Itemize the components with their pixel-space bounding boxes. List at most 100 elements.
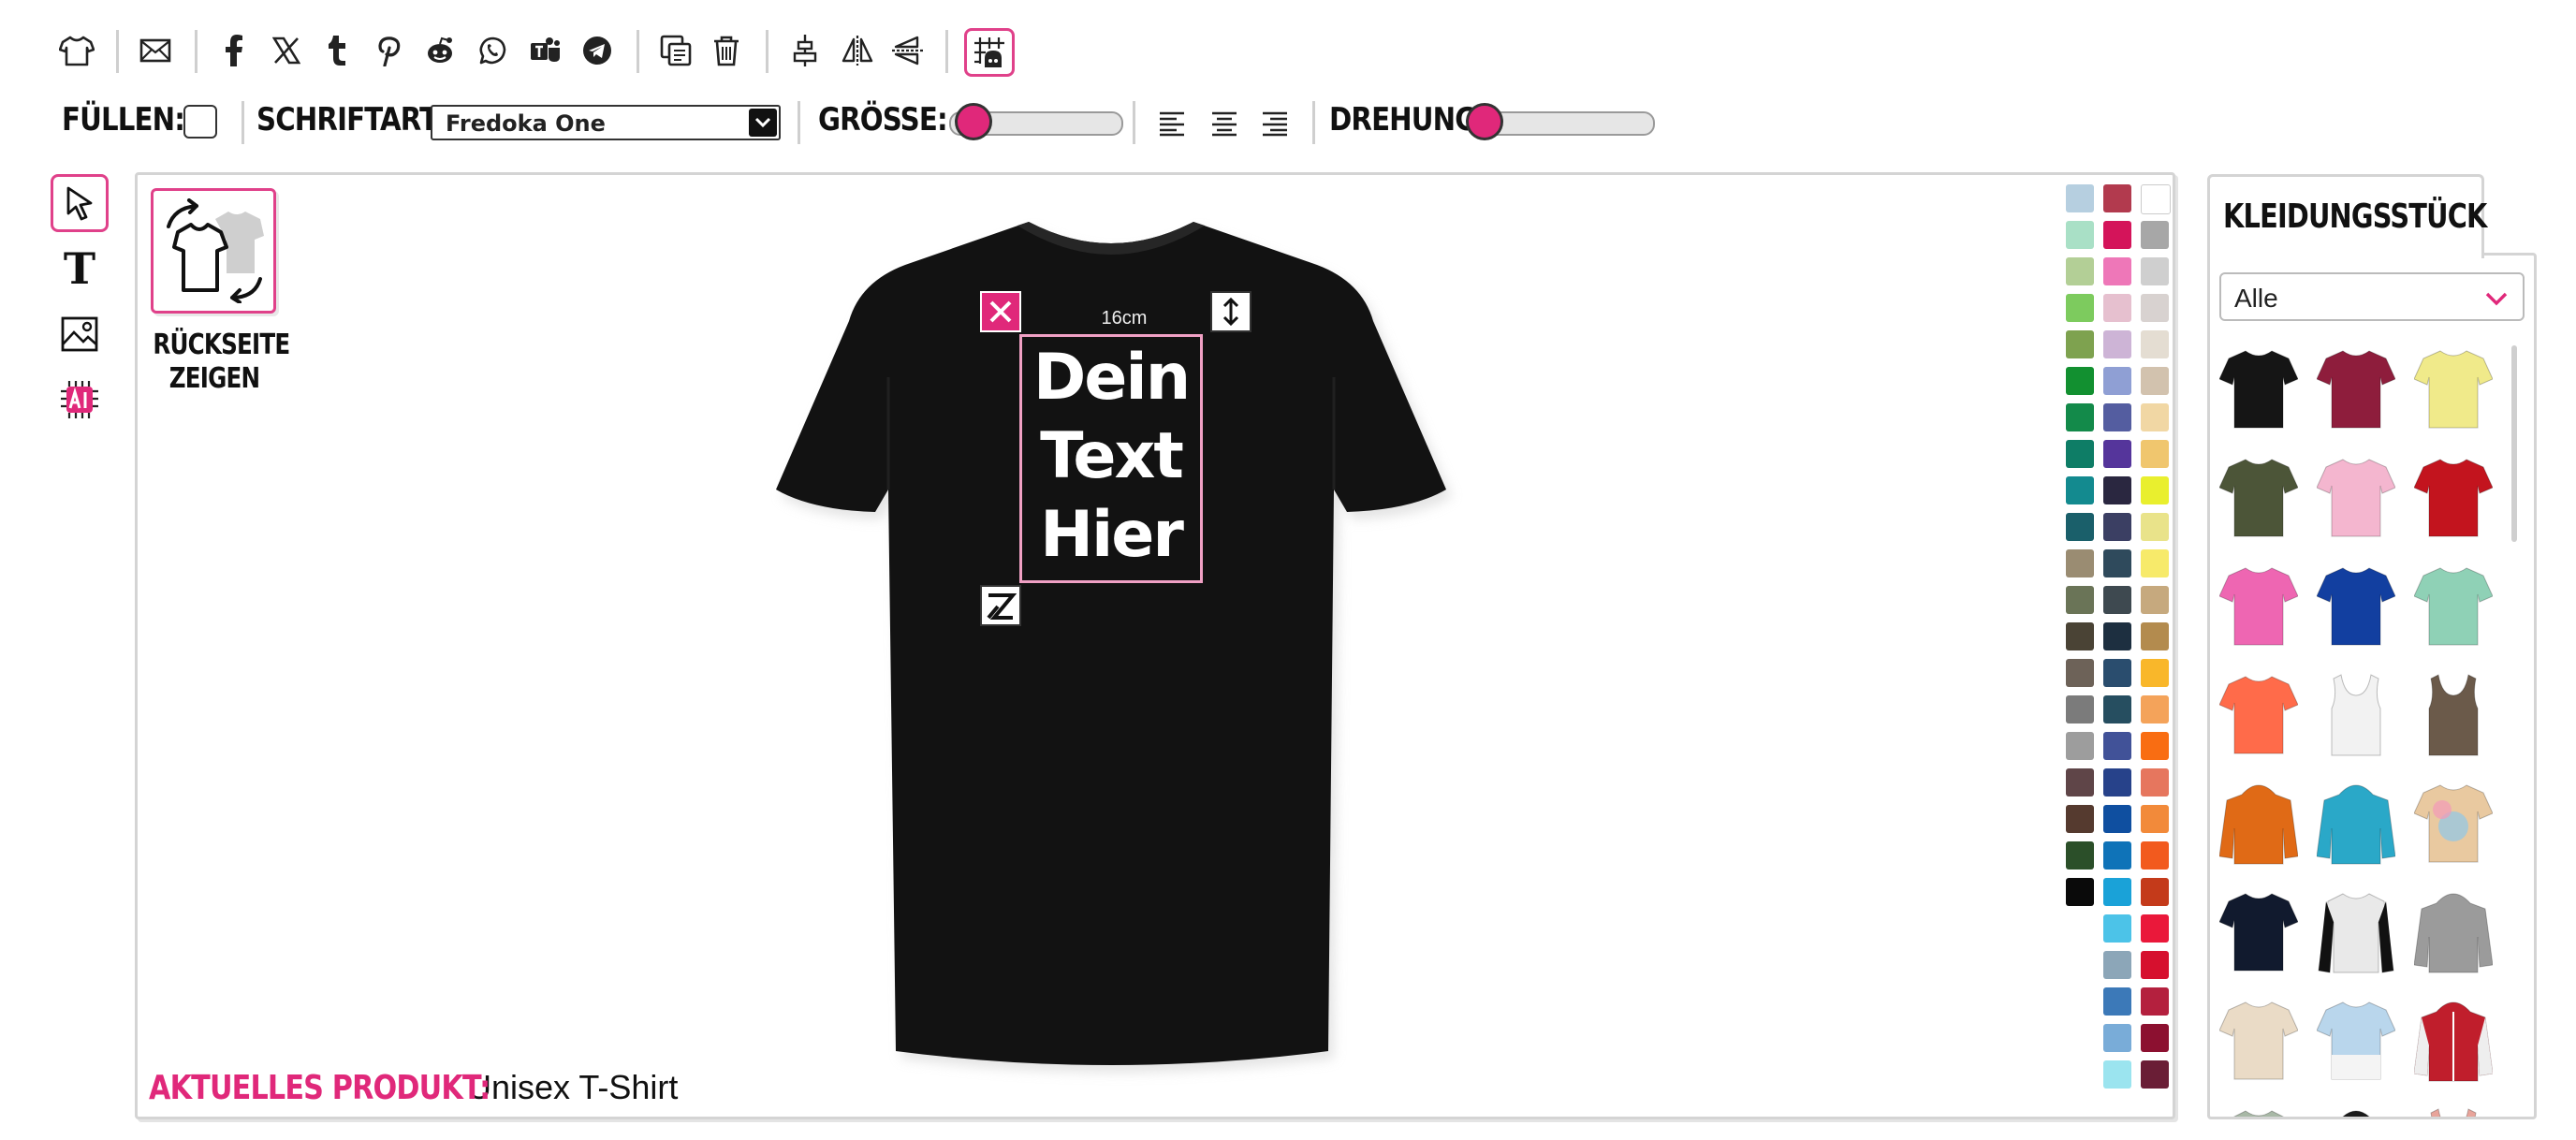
white-tanktop[interactable] bbox=[2317, 673, 2395, 757]
color-swatch[interactable] bbox=[2141, 586, 2169, 614]
rose-tanktop[interactable] bbox=[2414, 1107, 2493, 1117]
grid-icon[interactable] bbox=[964, 28, 1015, 77]
coral-tshirt[interactable] bbox=[2219, 673, 2298, 757]
align-right-icon[interactable] bbox=[1254, 103, 1295, 144]
grey-hoodie[interactable] bbox=[2414, 890, 2493, 974]
fuchsia-tshirt[interactable] bbox=[2219, 564, 2298, 649]
color-swatch[interactable] bbox=[2066, 841, 2094, 870]
color-swatch[interactable] bbox=[2103, 841, 2131, 870]
raglan-tshirt[interactable] bbox=[2317, 890, 2395, 974]
color-swatch[interactable] bbox=[2066, 294, 2094, 322]
color-swatch[interactable] bbox=[2141, 659, 2169, 687]
pinterest-icon[interactable] bbox=[369, 30, 410, 71]
color-swatch[interactable] bbox=[2103, 221, 2131, 249]
select-tool[interactable] bbox=[51, 174, 109, 232]
royal-blue-tshirt[interactable] bbox=[2317, 564, 2395, 649]
tshirt-icon[interactable] bbox=[56, 30, 97, 71]
color-swatch[interactable] bbox=[2141, 732, 2169, 760]
facebook-icon[interactable] bbox=[213, 30, 255, 71]
color-swatch[interactable] bbox=[2141, 257, 2169, 285]
brown-tanktop[interactable] bbox=[2414, 673, 2493, 757]
color-swatch[interactable] bbox=[2141, 841, 2169, 870]
color-swatch[interactable] bbox=[2141, 914, 2169, 943]
color-swatch[interactable] bbox=[2066, 659, 2094, 687]
trash-icon[interactable] bbox=[706, 30, 747, 71]
color-swatch[interactable] bbox=[2103, 549, 2131, 577]
color-swatch[interactable] bbox=[2103, 184, 2131, 212]
fill-checkbox[interactable] bbox=[183, 105, 217, 139]
align-left-icon[interactable] bbox=[1151, 103, 1193, 144]
color-swatch[interactable] bbox=[2103, 878, 2131, 906]
color-swatch[interactable] bbox=[2141, 403, 2169, 431]
color-swatch[interactable] bbox=[2066, 476, 2094, 504]
black-orange-hoodie[interactable] bbox=[2317, 1107, 2395, 1117]
duplicate-icon[interactable] bbox=[655, 30, 696, 71]
ai-tool[interactable] bbox=[51, 371, 109, 429]
color-swatch[interactable] bbox=[2103, 513, 2131, 541]
orange-hoodie[interactable] bbox=[2219, 782, 2298, 866]
color-swatch[interactable] bbox=[2066, 330, 2094, 358]
color-swatch[interactable] bbox=[2141, 1024, 2169, 1052]
color-swatch[interactable] bbox=[2103, 622, 2131, 650]
color-swatch[interactable] bbox=[2066, 805, 2094, 833]
color-swatch[interactable] bbox=[2066, 367, 2094, 395]
color-swatch[interactable] bbox=[2141, 476, 2169, 504]
rotation-slider-knob[interactable] bbox=[1466, 103, 1503, 140]
cream-tshirt[interactable] bbox=[2219, 999, 2298, 1083]
color-swatch[interactable] bbox=[2103, 951, 2131, 979]
black-tshirt[interactable] bbox=[2219, 347, 2298, 431]
color-swatch[interactable] bbox=[2066, 403, 2094, 431]
color-swatch[interactable] bbox=[2141, 987, 2169, 1016]
color-swatch[interactable] bbox=[2103, 294, 2131, 322]
color-swatch[interactable] bbox=[2066, 257, 2094, 285]
color-swatch[interactable] bbox=[2066, 695, 2094, 723]
design-canvas[interactable]: RÜCKSEITE ZEIGEN 16cm Dein Text Hier AKT… bbox=[135, 172, 2175, 1119]
color-swatch[interactable] bbox=[2141, 367, 2169, 395]
color-swatch[interactable] bbox=[2141, 513, 2169, 541]
color-swatch[interactable] bbox=[2066, 440, 2094, 468]
garment-tab[interactable]: KLEIDUNGSSTÜCK bbox=[2207, 174, 2487, 258]
color-swatch[interactable] bbox=[2141, 294, 2169, 322]
color-swatch[interactable] bbox=[2066, 221, 2094, 249]
color-swatch[interactable] bbox=[2141, 330, 2169, 358]
back-side-button[interactable] bbox=[151, 188, 276, 314]
flip-vertical-icon[interactable] bbox=[887, 30, 929, 71]
garment-filter-select[interactable]: Alle bbox=[2219, 272, 2525, 321]
gradient-tshirt[interactable] bbox=[2317, 999, 2395, 1083]
delete-element-button[interactable] bbox=[980, 291, 1021, 332]
color-swatch[interactable] bbox=[2141, 440, 2169, 468]
text-element[interactable]: Dein Text Hier bbox=[1019, 334, 1203, 583]
color-swatch[interactable] bbox=[2066, 732, 2094, 760]
resize-handle[interactable] bbox=[1210, 291, 1251, 332]
maroon-tshirt[interactable] bbox=[2317, 347, 2395, 431]
color-swatch[interactable] bbox=[2066, 184, 2094, 212]
color-swatch[interactable] bbox=[2066, 878, 2094, 906]
color-swatch[interactable] bbox=[2103, 330, 2131, 358]
color-swatch[interactable] bbox=[2141, 221, 2169, 249]
size-slider-knob[interactable] bbox=[955, 103, 992, 140]
color-swatch[interactable] bbox=[2066, 586, 2094, 614]
tumblr-icon[interactable] bbox=[316, 30, 358, 71]
color-swatch[interactable] bbox=[2103, 695, 2131, 723]
color-swatch[interactable] bbox=[2141, 878, 2169, 906]
sage-longsleeve[interactable] bbox=[2219, 1107, 2298, 1117]
teams-icon[interactable] bbox=[524, 30, 565, 71]
whatsapp-icon[interactable] bbox=[472, 30, 513, 71]
color-swatch[interactable] bbox=[2103, 403, 2131, 431]
color-swatch[interactable] bbox=[2141, 1060, 2169, 1089]
x-icon[interactable] bbox=[266, 30, 307, 71]
color-swatch[interactable] bbox=[2066, 549, 2094, 577]
color-swatch[interactable] bbox=[2103, 659, 2131, 687]
color-swatch[interactable] bbox=[2103, 1060, 2131, 1089]
color-swatch[interactable] bbox=[2103, 367, 2131, 395]
reddit-icon[interactable] bbox=[419, 30, 461, 71]
color-swatch[interactable] bbox=[2141, 695, 2169, 723]
flip-horizontal-icon[interactable] bbox=[837, 30, 878, 71]
navy-tshirt[interactable] bbox=[2219, 890, 2298, 974]
mint-tshirt[interactable] bbox=[2414, 564, 2493, 649]
color-swatch[interactable] bbox=[2141, 805, 2169, 833]
turquoise-hoodie[interactable] bbox=[2317, 782, 2395, 866]
image-tool[interactable] bbox=[51, 305, 109, 363]
pink-tshirt[interactable] bbox=[2317, 456, 2395, 540]
color-swatch[interactable] bbox=[2141, 768, 2169, 797]
